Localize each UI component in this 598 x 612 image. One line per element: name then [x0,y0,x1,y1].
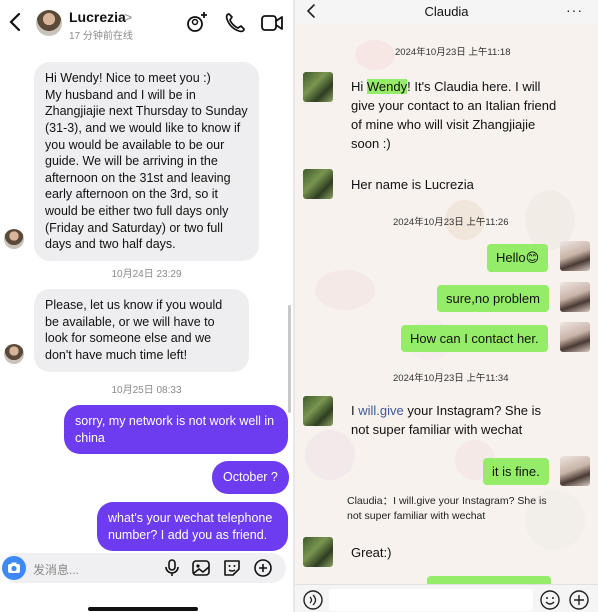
phone-icon[interactable] [224,12,246,34]
sticker-icon[interactable] [222,558,242,578]
background-pattern [355,40,395,70]
avatar[interactable] [303,396,333,426]
chevron-right-icon[interactable]: > [124,9,132,25]
avatar[interactable] [560,322,590,352]
message-incoming[interactable]: Hi Wendy! It's Claudia here. I will give… [351,78,559,153]
message-outgoing[interactable]: How can I contact her. [401,325,548,352]
message-input[interactable] [329,589,533,611]
last-seen-status: 17 分钟前在线 [69,31,133,42]
smile-emoji-icon: 😊 [525,250,540,265]
timestamp: 2024年10月23日 上午11:34 [393,373,509,384]
message-outgoing[interactable]: sorry, my network is not work well in ch… [64,405,288,455]
message-outgoing[interactable]: it is fine. [483,458,549,485]
avatar[interactable] [560,282,590,312]
avatar[interactable] [36,10,62,36]
video-call-icon[interactable] [261,12,283,34]
microphone-icon[interactable] [162,558,182,578]
message-text: Hi [351,79,367,94]
back-icon[interactable] [8,12,24,32]
emoji-icon[interactable] [539,589,561,611]
message-incoming[interactable]: I will.give your Instagram? She is not s… [351,402,559,440]
more-icon[interactable]: ··· [566,2,583,18]
avatar[interactable] [560,456,590,486]
add-icon[interactable] [568,589,590,611]
message-incoming[interactable]: Her name is Lucrezia [351,176,474,195]
camera-button[interactable] [2,556,26,580]
avatar[interactable] [560,241,590,271]
home-indicator [88,607,198,611]
instagram-chat: Lucrezia > 17 分钟前在线 Hi Wendy! Nice to me… [0,0,293,612]
add-icon[interactable] [253,558,273,578]
message-incoming[interactable]: Great:) [351,544,391,563]
avatar[interactable] [4,229,24,249]
contact-name[interactable]: Lucrezia [69,9,126,25]
background-pattern [305,430,355,480]
avatar[interactable] [4,344,24,364]
timestamp: 10月24日 23:29 [111,269,182,280]
chat-title: Claudia [424,4,469,19]
quoted-message[interactable]: Claudia：I will.give your Instagram? She … [347,494,557,524]
camera-icon [8,562,20,573]
timestamp: 2024年10月23日 上午11:18 [395,47,511,58]
scrollbar[interactable] [288,305,291,413]
chat-header: Lucrezia > 17 分钟前在线 [0,0,293,46]
message-outgoing[interactable]: October ? [212,461,289,494]
avatar[interactable] [303,72,333,102]
wechat-chat: Claudia ··· 2024年10月23日 上午11:18 Hi Wendy… [295,0,598,612]
message-incoming[interactable]: Hi Wendy! Nice to meet you :) My husband… [34,62,259,261]
timestamp: 10月25日 08:33 [111,385,182,396]
message-outgoing[interactable]: what's your wechat telephone number? I a… [97,502,288,552]
avatar[interactable] [303,537,333,567]
avatar[interactable] [303,169,333,199]
message-incoming[interactable]: Please, let us know if you would be avai… [34,289,249,372]
message-input-placeholder: 发消息... [33,563,80,577]
background-pattern [315,270,375,310]
message-outgoing[interactable]: sure,no problem [437,285,549,312]
message-link[interactable]: will.give [358,403,404,418]
chat-header: Claudia ··· [295,0,598,24]
voice-icon[interactable] [302,589,324,611]
image-icon[interactable] [191,558,211,578]
message-text: Hello [496,250,526,265]
timestamp: 2024年10月23日 上午11:26 [393,217,509,228]
message-outgoing[interactable]: Hello😊 [487,244,549,272]
highlighted-text: Wendy [366,79,408,94]
add-people-icon[interactable] [186,12,208,34]
